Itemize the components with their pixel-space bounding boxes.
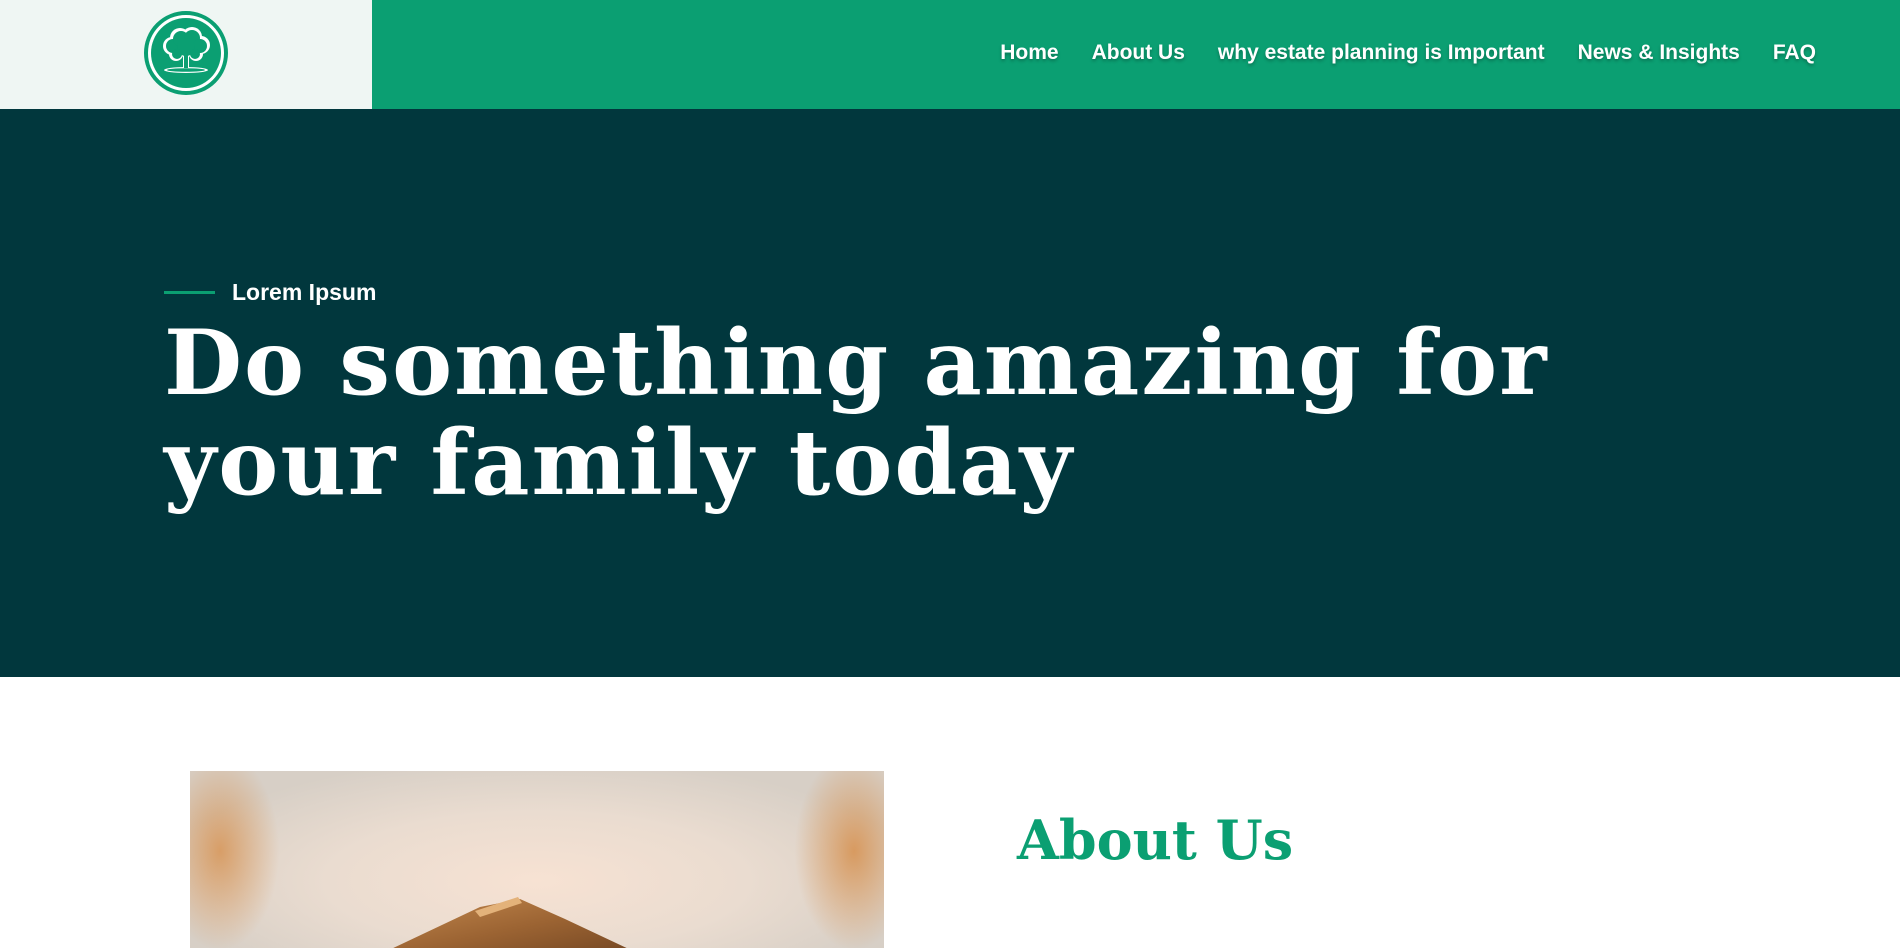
hero-eyebrow: Lorem Ipsum xyxy=(164,279,376,306)
nav-why-estate-planning[interactable]: why estate planning is Important xyxy=(1218,41,1545,65)
nav-news-insights[interactable]: News & Insights xyxy=(1578,41,1740,65)
house-model-photo xyxy=(190,771,884,948)
eyebrow-divider xyxy=(164,291,215,294)
nav-home[interactable]: Home xyxy=(1000,41,1058,65)
photo-bokeh-left xyxy=(190,771,280,948)
nav-about-us[interactable]: About Us xyxy=(1092,41,1185,65)
logo-panel xyxy=(0,0,372,109)
hero-section: Lorem Ipsum Do something amazing for you… xyxy=(0,109,1900,677)
tree-icon[interactable] xyxy=(143,10,229,96)
nav-faq[interactable]: FAQ xyxy=(1773,41,1816,65)
site-header: Home About Us why estate planning is Imp… xyxy=(0,0,1900,109)
photo-bokeh-right xyxy=(794,771,884,948)
hero-title: Do something amazing for your family tod… xyxy=(164,310,1549,516)
about-us-heading: About Us xyxy=(1017,808,1294,872)
main-nav: Home About Us why estate planning is Imp… xyxy=(1000,0,1816,106)
eyebrow-label: Lorem Ipsum xyxy=(232,279,377,305)
house-roof-shape xyxy=(393,897,627,948)
